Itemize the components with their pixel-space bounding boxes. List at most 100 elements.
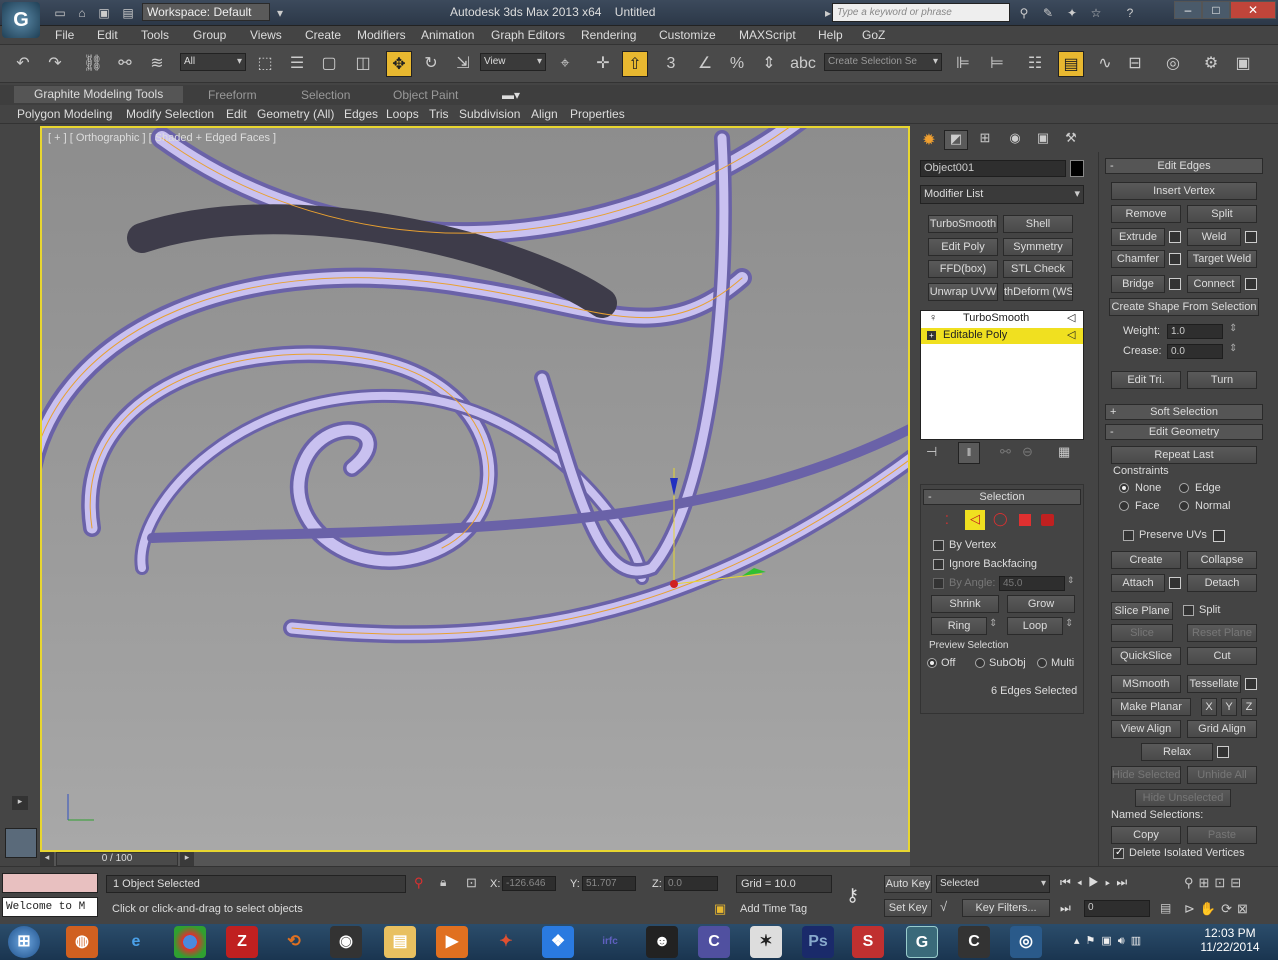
- by-angle-spinner-icon[interactable]: ⇕: [1067, 575, 1075, 586]
- chamfer-settings-icon[interactable]: [1169, 253, 1181, 265]
- filezilla-icon[interactable]: Z: [226, 926, 258, 958]
- z-coordinate-field[interactable]: 0.0: [664, 876, 718, 891]
- dropbox-icon[interactable]: ❖: [542, 926, 574, 958]
- time-slider-thumb[interactable]: 0 / 100: [56, 852, 178, 866]
- tab-selection[interactable]: Selection: [301, 88, 350, 102]
- set-key-icon[interactable]: ⚷: [846, 885, 859, 906]
- tessellate-button[interactable]: Tessellate: [1187, 675, 1241, 693]
- edit-edges-header[interactable]: - Edit Edges: [1105, 158, 1263, 174]
- angle-snap-icon[interactable]: ∠: [692, 51, 718, 77]
- help-icon[interactable]: ?: [1122, 5, 1138, 21]
- bridge-button[interactable]: Bridge: [1111, 275, 1165, 293]
- edit-named-selection-icon[interactable]: abc: [790, 51, 816, 77]
- symmetry-button[interactable]: Symmetry: [1003, 238, 1073, 256]
- shell-button[interactable]: Shell: [1003, 215, 1073, 233]
- ribbon-loops[interactable]: Loops: [386, 107, 419, 121]
- tools-icon[interactable]: ✎: [1040, 5, 1056, 21]
- ffd-box-button[interactable]: FFD(box): [928, 260, 998, 278]
- hide-selected-button[interactable]: Hide Selected: [1111, 766, 1181, 784]
- select-by-name-icon[interactable]: ☰: [284, 51, 310, 77]
- select-move-icon[interactable]: ✥: [386, 51, 412, 77]
- create-button[interactable]: Create: [1111, 551, 1181, 569]
- attach-settings-icon[interactable]: [1169, 577, 1181, 589]
- time-slider-next-icon[interactable]: ▸: [180, 852, 194, 866]
- slice-button[interactable]: Slice: [1111, 624, 1173, 642]
- menu-rendering[interactable]: Rendering: [581, 28, 636, 42]
- weight-field[interactable]: 1.0: [1167, 324, 1223, 339]
- ignore-backfacing-checkbox[interactable]: [933, 559, 944, 570]
- remove-button[interactable]: Remove: [1111, 205, 1181, 223]
- key-filter-icon[interactable]: √: [940, 899, 947, 914]
- polygon-mode-icon[interactable]: [1019, 514, 1031, 526]
- menu-animation[interactable]: Animation: [421, 28, 474, 42]
- x-coordinate-field[interactable]: -126.646: [502, 876, 556, 891]
- project-icon[interactable]: ▤: [120, 5, 136, 21]
- preserve-uvs-checkbox[interactable]: [1123, 530, 1134, 541]
- maxscript-listener-input[interactable]: Welcome to M: [2, 897, 98, 917]
- mask-app-icon[interactable]: ◉: [330, 926, 362, 958]
- view-align-button[interactable]: View Align: [1111, 720, 1181, 738]
- ribbon-subdivision[interactable]: Subdivision: [459, 107, 520, 121]
- repeat-last-button[interactable]: Repeat Last: [1111, 446, 1257, 464]
- app-c-icon[interactable]: C: [698, 926, 730, 958]
- open-file-icon[interactable]: ⌂: [74, 5, 90, 21]
- time-slider-prev-icon[interactable]: ◂: [40, 852, 54, 866]
- connect-button[interactable]: Connect: [1187, 275, 1241, 293]
- constraint-normal-radio[interactable]: [1179, 501, 1189, 511]
- crease-field[interactable]: 0.0: [1167, 344, 1223, 359]
- split-checkbox[interactable]: [1183, 605, 1194, 616]
- constraint-face-radio[interactable]: [1119, 501, 1129, 511]
- loop-spinner-icon[interactable]: ⇕: [1065, 618, 1073, 629]
- stl-check-button[interactable]: STL Check: [1003, 260, 1073, 278]
- lightbulb-icon[interactable]: ♀: [929, 312, 937, 324]
- border-mode-icon[interactable]: ◯: [993, 511, 1008, 527]
- layer-manager-icon[interactable]: ☷: [1022, 51, 1048, 77]
- gimp-icon[interactable]: ✦: [490, 926, 522, 958]
- menu-graph-editors[interactable]: Graph Editors: [491, 28, 565, 42]
- relax-settings-icon[interactable]: [1217, 746, 1229, 758]
- edge-mode-icon[interactable]: ◁: [965, 510, 985, 530]
- firefox-icon[interactable]: ◍: [66, 926, 98, 958]
- reference-coordinate-dropdown[interactable]: View: [480, 53, 546, 71]
- favorites-icon[interactable]: ☆: [1088, 5, 1104, 21]
- cut-button[interactable]: Cut: [1187, 647, 1257, 665]
- named-selection-sets-dropdown[interactable]: Create Selection Se: [824, 53, 942, 71]
- viewport-orthographic[interactable]: [ + ] [ Orthographic ] [ Shaded + Edged …: [40, 126, 910, 852]
- y-coordinate-field[interactable]: 51.707: [582, 876, 636, 891]
- delete-isolated-checkbox[interactable]: ✓: [1113, 847, 1124, 859]
- turn-button[interactable]: Turn: [1187, 371, 1257, 389]
- figure-app-icon[interactable]: ✶: [750, 926, 782, 958]
- isolate-selection-icon[interactable]: ⚲: [414, 875, 424, 891]
- copy-button[interactable]: Copy: [1111, 826, 1181, 844]
- edit-geometry-header[interactable]: - Edit Geometry: [1105, 424, 1263, 440]
- unhide-all-button[interactable]: Unhide All: [1187, 766, 1257, 784]
- planar-x-button[interactable]: X: [1201, 698, 1217, 716]
- modifier-list-dropdown[interactable]: Modifier List: [920, 185, 1084, 204]
- zoom-controls-icon[interactable]: ⚲⊞⊡⊟: [1184, 875, 1246, 891]
- tessellate-settings-icon[interactable]: [1245, 678, 1257, 690]
- rectangle-selection-icon[interactable]: ▢: [316, 51, 342, 77]
- modify-tab-icon[interactable]: ◩: [944, 130, 968, 150]
- insert-vertex-button[interactable]: Insert Vertex: [1111, 182, 1257, 200]
- customize-toolbar-icon[interactable]: ▾: [272, 5, 288, 21]
- make-unique-icon[interactable]: ⚯: [1000, 444, 1011, 460]
- create-shape-button[interactable]: Create Shape From Selection: [1109, 298, 1259, 316]
- align-icon[interactable]: ⊨: [984, 51, 1010, 77]
- hide-unselected-button[interactable]: Hide Unselected: [1135, 789, 1231, 807]
- extrude-button[interactable]: Extrude: [1111, 228, 1165, 246]
- photoshop-icon[interactable]: Ps: [802, 926, 834, 958]
- preserve-uvs-settings-icon[interactable]: [1213, 530, 1225, 542]
- connect-settings-icon[interactable]: [1245, 278, 1257, 290]
- by-vertex-checkbox[interactable]: [933, 540, 944, 551]
- unlink-icon[interactable]: ⚯: [112, 51, 138, 77]
- ribbon-polygon-modeling[interactable]: Polygon Modeling: [17, 107, 112, 121]
- hierarchy-tab-icon[interactable]: ⊞: [974, 130, 996, 150]
- shrink-button[interactable]: Shrink: [931, 595, 999, 613]
- schematic-view-icon[interactable]: ⊟: [1122, 51, 1148, 77]
- app-swirl-icon[interactable]: ⟲: [278, 926, 310, 958]
- select-object-icon[interactable]: ⬚: [252, 51, 278, 77]
- save-icon[interactable]: ▣: [96, 5, 112, 21]
- chrome-icon[interactable]: [174, 926, 206, 958]
- slice-plane-button[interactable]: Slice Plane: [1111, 602, 1173, 620]
- select-scale-icon[interactable]: ⇲: [450, 51, 476, 77]
